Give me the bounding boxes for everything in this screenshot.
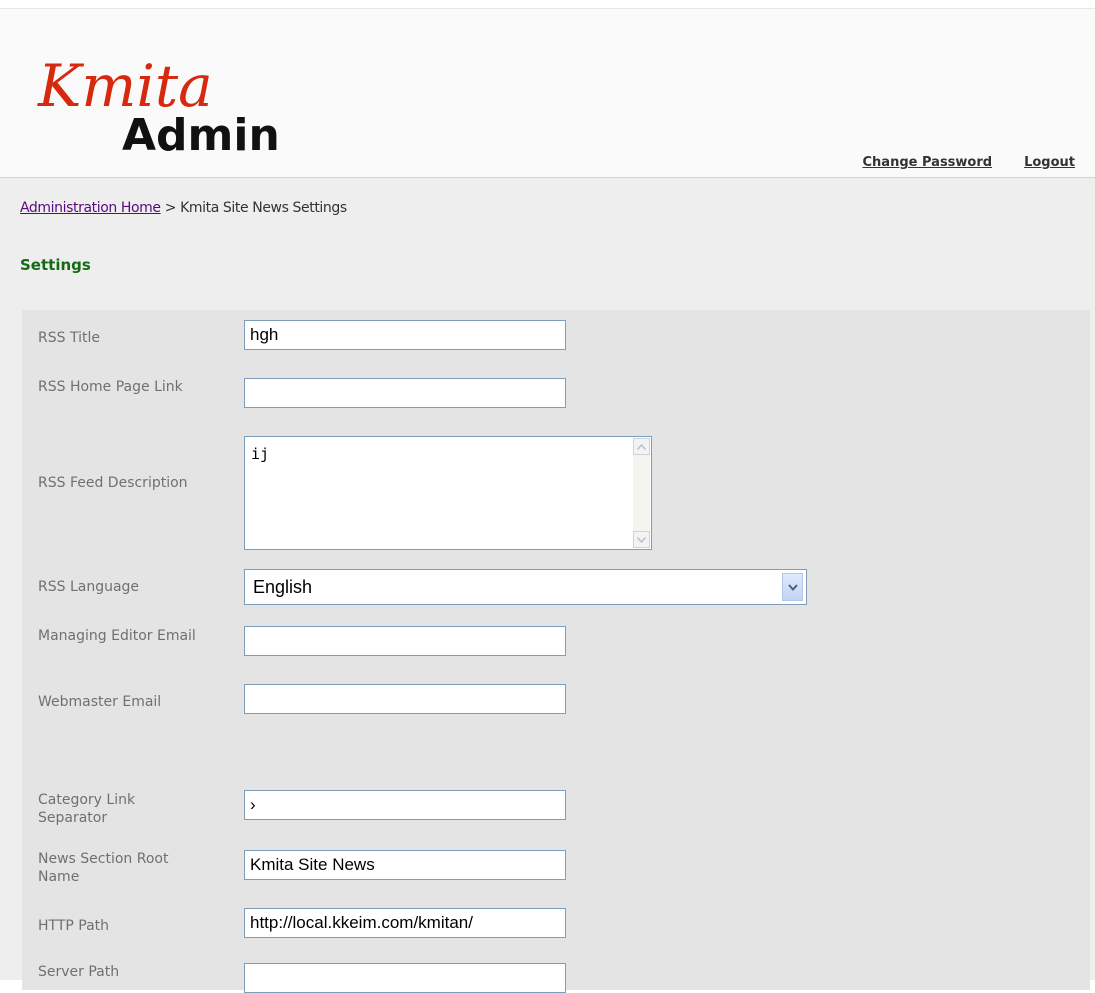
- kmita-admin-logo: Kmita Admin: [30, 34, 320, 164]
- managing-editor-email-label: Managing Editor Email: [38, 628, 196, 644]
- section-title: Settings: [20, 256, 91, 274]
- managing-editor-email-input[interactable]: [244, 626, 566, 656]
- rss-feed-description-text: ij: [251, 445, 270, 463]
- logout-link[interactable]: Logout: [1024, 155, 1075, 170]
- rss-title-input[interactable]: hgh: [244, 320, 566, 350]
- news-section-root-name-label: News Section Root Name: [38, 851, 169, 885]
- server-path-label: Server Path: [38, 964, 120, 980]
- scroll-down-icon[interactable]: [633, 531, 650, 548]
- news-section-root-name-input[interactable]: Kmita Site News: [244, 850, 566, 880]
- http-path-label: HTTP Path: [38, 918, 110, 934]
- scroll-up-icon[interactable]: [633, 438, 650, 455]
- rss-language-select[interactable]: English: [244, 569, 807, 605]
- chevron-down-icon[interactable]: [782, 573, 803, 601]
- rss-language-label: RSS Language: [38, 579, 140, 595]
- rss-feed-description-textarea[interactable]: ij: [244, 436, 652, 550]
- rss-home-link-label: RSS Home Page Link: [38, 379, 183, 395]
- category-link-separator-input[interactable]: ›: [244, 790, 566, 820]
- rss-home-link-input[interactable]: [244, 378, 566, 408]
- http-path-input[interactable]: http://local.kkeim.com/kmitan/: [244, 908, 566, 938]
- server-path-input[interactable]: [244, 963, 566, 993]
- header: Kmita Admin Change Password Logout: [0, 9, 1095, 178]
- category-link-separator-label: Category Link Separator: [38, 792, 136, 826]
- header-links: Change Password Logout: [863, 155, 1075, 170]
- logo-admin-text: Admin: [122, 110, 280, 161]
- rss-language-value: English: [253, 577, 313, 597]
- breadcrumb-current: Kmita Site News Settings: [180, 200, 347, 216]
- breadcrumb: Administration Home > Kmita Site News Se…: [20, 200, 347, 216]
- webmaster-email-input[interactable]: [244, 684, 566, 714]
- breadcrumb-separator: >: [164, 200, 177, 216]
- textarea-scrollbar[interactable]: [633, 438, 650, 548]
- rss-title-label: RSS Title: [38, 330, 100, 346]
- breadcrumb-home-link[interactable]: Administration Home: [20, 200, 161, 216]
- change-password-link[interactable]: Change Password: [863, 155, 993, 170]
- webmaster-email-label: Webmaster Email: [38, 694, 162, 710]
- rss-feed-description-label: RSS Feed Description: [38, 475, 188, 491]
